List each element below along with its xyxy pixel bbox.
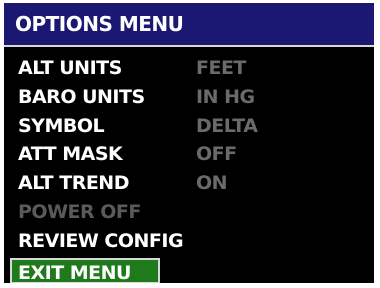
- menu-item-att-mask[interactable]: ATT MASK OFF: [4, 141, 374, 170]
- menu-item-alt-units[interactable]: ALT UNITS FEET: [4, 55, 374, 84]
- title-bar: OPTIONS MENU: [4, 3, 374, 47]
- power-off-label: POWER OFF: [18, 200, 141, 223]
- alt-units-value[interactable]: FEET: [196, 57, 246, 79]
- alt-trend-label: ALT TREND: [18, 172, 129, 195]
- menu-item-review-config[interactable]: REVIEW CONFIG: [4, 228, 374, 257]
- alt-units-label: ALT UNITS: [18, 57, 122, 79]
- review-config-label: REVIEW CONFIG: [18, 229, 184, 252]
- baro-units-label: BARO UNITS: [18, 85, 145, 108]
- menu-item-power-off: POWER OFF: [4, 199, 374, 228]
- options-menu-list: ALT UNITS FEET BARO UNITS IN HG SYMBOL D…: [4, 55, 374, 283]
- menu-title: OPTIONS MENU: [15, 12, 184, 36]
- options-menu-window: OPTIONS MENU ALT UNITS FEET BARO UNITS I…: [2, 1, 376, 285]
- menu-item-alt-trend[interactable]: ALT TREND ON: [4, 170, 374, 199]
- menu-item-exit-menu[interactable]: EXIT MENU: [4, 257, 374, 283]
- symbol-label: SYMBOL: [18, 114, 105, 137]
- att-mask-label: ATT MASK: [18, 143, 123, 166]
- menu-item-baro-units[interactable]: BARO UNITS IN HG: [4, 84, 374, 113]
- menu-item-symbol[interactable]: SYMBOL DELTA: [4, 113, 374, 142]
- alt-trend-value[interactable]: ON: [196, 172, 228, 194]
- att-mask-value[interactable]: OFF: [196, 143, 237, 165]
- symbol-value[interactable]: DELTA: [196, 115, 258, 137]
- exit-menu-button[interactable]: EXIT MENU: [10, 257, 160, 283]
- baro-units-value[interactable]: IN HG: [196, 86, 255, 108]
